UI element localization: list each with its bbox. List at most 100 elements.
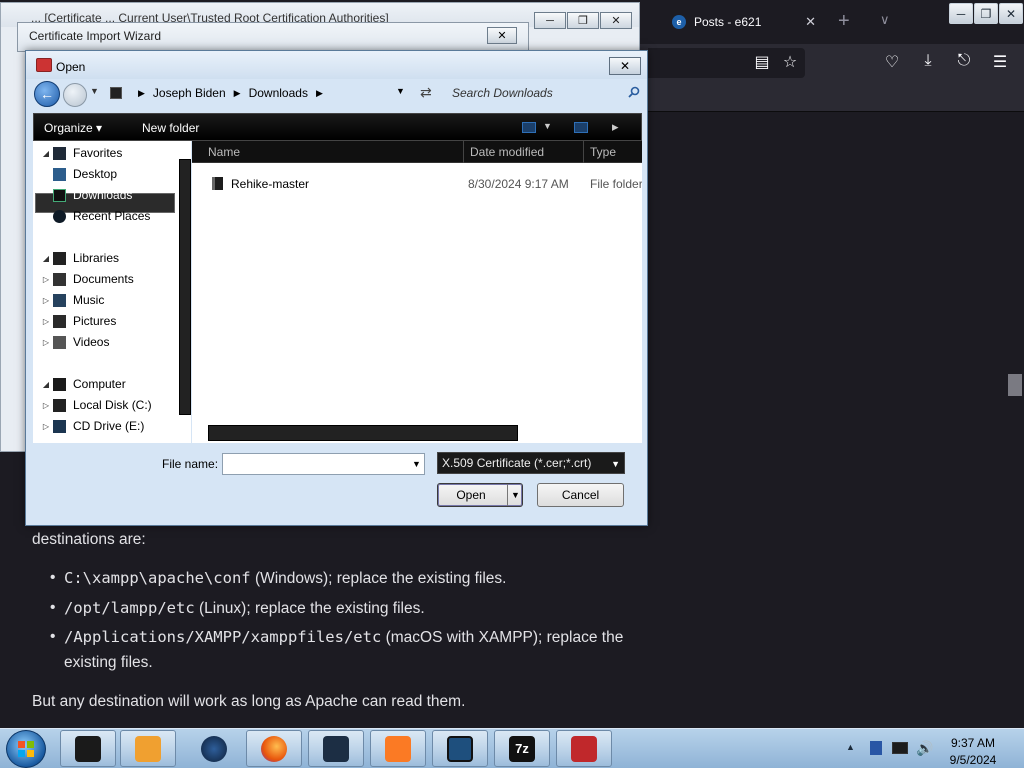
nav-local-disk[interactable]: ▷ Local Disk (C:) [43, 395, 152, 415]
expand-icon[interactable]: ▷ [39, 401, 53, 410]
expand-icon[interactable]: ▷ [39, 338, 53, 347]
path-code: C:\xampp\apache\conf [64, 569, 251, 587]
column-header-type[interactable]: Type [584, 141, 642, 163]
search-icon[interactable] [628, 86, 640, 98]
open-dialog-close-button[interactable]: ✕ [609, 57, 641, 75]
documents-icon [53, 272, 66, 286]
column-header-name[interactable]: Name [192, 141, 464, 163]
chevron-right-icon[interactable]: ▶ [316, 88, 323, 99]
wizard-restore-button[interactable]: ❐ [567, 12, 599, 29]
address-bar[interactable]: ▶ Joseph Biden ▶ Downloads ▶ [104, 81, 434, 105]
open-options-dropdown-icon[interactable]: ▼ [507, 484, 523, 506]
page-scroll-thumb[interactable] [1008, 374, 1022, 396]
taskbar-monitor-button[interactable] [432, 730, 488, 767]
address-dropdown-icon[interactable]: ▼ [396, 86, 405, 96]
browser-tab-posts[interactable]: e Posts - e621 ✕ [660, 6, 830, 38]
taskbar-globe-button[interactable] [186, 730, 242, 767]
menu-icon[interactable]: ☰ [990, 52, 1010, 72]
filetype-select[interactable]: X.509 Certificate (*.cer;*.crt) ▼ [437, 452, 625, 474]
chevron-right-icon[interactable]: ▶ [234, 88, 241, 99]
help-icon[interactable]: ▸ [612, 119, 619, 135]
reader-view-icon[interactable]: ▤ [752, 52, 772, 72]
collapse-icon[interactable]: ◢ [39, 380, 53, 389]
new-folder-button[interactable]: New folder [142, 121, 199, 135]
taskbar-explorer-button[interactable] [60, 730, 116, 767]
wizard-dialog: Certificate Import Wizard ✕ [17, 22, 529, 52]
new-tab-button[interactable]: + [838, 10, 850, 33]
column-header-date-modified[interactable]: Date modified [464, 141, 584, 163]
collapse-icon[interactable]: ◢ [39, 149, 53, 158]
taskbar-media-player-button[interactable] [120, 730, 176, 767]
file-list-horizontal-scrollbar[interactable] [208, 425, 518, 441]
preview-pane-icon[interactable] [574, 122, 588, 133]
nav-desktop[interactable]: Desktop [53, 164, 117, 184]
explorer-icon [75, 735, 101, 762]
clock-date[interactable]: 9/5/2024 [945, 753, 1001, 767]
nav-music[interactable]: ▷ Music [43, 290, 104, 310]
list-all-tabs-button[interactable]: ∨ [880, 12, 890, 28]
taskbar-7zip-button[interactable]: 7z [494, 730, 550, 767]
extensions-icon[interactable]: ⎋ [954, 52, 974, 70]
refresh-icon[interactable]: ⇄ [420, 84, 432, 101]
breadcrumb-user[interactable]: Joseph Biden [153, 86, 226, 100]
change-view-icon[interactable] [522, 122, 536, 133]
close-tab-icon[interactable]: ✕ [805, 14, 816, 30]
taskbar-certmgr-button[interactable] [556, 730, 612, 767]
list-item: C:\xampp\apache\conf (Windows); replace … [50, 566, 660, 592]
nav-documents[interactable]: ▷ Documents [43, 269, 134, 289]
pocket-icon[interactable]: ♡ [882, 52, 902, 72]
start-button[interactable] [6, 730, 46, 768]
recent-locations-dropdown[interactable]: ▼ [90, 86, 99, 96]
wizard-close-button[interactable]: ✕ [600, 12, 632, 29]
chevron-right-icon[interactable]: ▶ [138, 88, 145, 99]
expand-icon[interactable]: ▷ [39, 317, 53, 326]
file-type: File folder [590, 177, 642, 191]
nav-computer[interactable]: ◢ Computer [39, 374, 126, 394]
restore-button[interactable]: ❐ [974, 3, 998, 24]
taskbar-network-button[interactable] [308, 730, 364, 767]
taskbar-firefox-button[interactable] [246, 730, 302, 767]
table-row[interactable]: Rehike-master 8/30/2024 9:17 AM File fol… [192, 173, 642, 193]
cancel-button[interactable]: Cancel [537, 483, 624, 507]
page-scrollbar[interactable] [1006, 112, 1024, 728]
show-hidden-icons-icon[interactable]: ▲ [846, 742, 855, 752]
cd-drive-icon [53, 419, 66, 433]
close-window-button[interactable]: ✕ [999, 3, 1023, 24]
downloads-icon[interactable]: ⤓ [918, 52, 938, 70]
open-button[interactable]: Open ▼ [437, 483, 523, 507]
nav-cd-drive[interactable]: ▷ CD Drive (E:) [43, 416, 144, 436]
filename-dropdown-icon[interactable]: ▼ [412, 459, 421, 469]
search-input[interactable]: Search Downloads [446, 81, 642, 105]
action-center-icon[interactable] [870, 741, 882, 755]
nav-favorites[interactable]: ◢ Favorites [39, 143, 122, 163]
forward-button[interactable] [63, 83, 87, 107]
command-bar: Organize ▾ New folder ▼ ▸ [33, 113, 642, 141]
nav-pictures[interactable]: ▷ Pictures [43, 311, 116, 331]
wizard-title: Certificate Import Wizard [29, 29, 162, 43]
nav-recent-places[interactable]: Recent Places [53, 206, 150, 226]
nav-downloads[interactable]: Downloads [53, 185, 132, 205]
back-button[interactable]: ← [34, 81, 60, 107]
breadcrumb-downloads[interactable]: Downloads [249, 86, 308, 100]
clock-time[interactable]: 9:37 AM [945, 736, 1001, 750]
nav-pane-scrollbar[interactable] [179, 159, 191, 415]
organize-button[interactable]: Organize ▾ [44, 121, 102, 135]
wizard-minimize-button[interactable]: ─ [534, 12, 566, 29]
path-desc: (Windows); replace the existing files. [250, 570, 507, 587]
expand-icon[interactable]: ▷ [39, 422, 53, 431]
list-item: /Applications/XAMPP/xamppfiles/etc (macO… [50, 625, 660, 675]
bookmark-star-icon[interactable]: ☆ [780, 52, 800, 72]
collapse-icon[interactable]: ◢ [39, 254, 53, 263]
network-tray-icon[interactable] [892, 742, 908, 754]
nav-libraries[interactable]: ◢ Libraries [39, 248, 119, 268]
minimize-button[interactable]: ─ [949, 3, 973, 24]
expand-icon[interactable]: ▷ [39, 296, 53, 305]
wizard-dialog-close-button[interactable]: ✕ [487, 27, 517, 44]
volume-icon[interactable]: 🔊 [916, 740, 933, 757]
taskbar-xampp-button[interactable] [370, 730, 426, 767]
expand-icon[interactable]: ▷ [39, 275, 53, 284]
view-options-dropdown-icon[interactable]: ▼ [543, 121, 552, 131]
libraries-icon [53, 251, 66, 265]
filename-field[interactable] [222, 453, 425, 475]
nav-videos[interactable]: ▷ Videos [43, 332, 110, 352]
